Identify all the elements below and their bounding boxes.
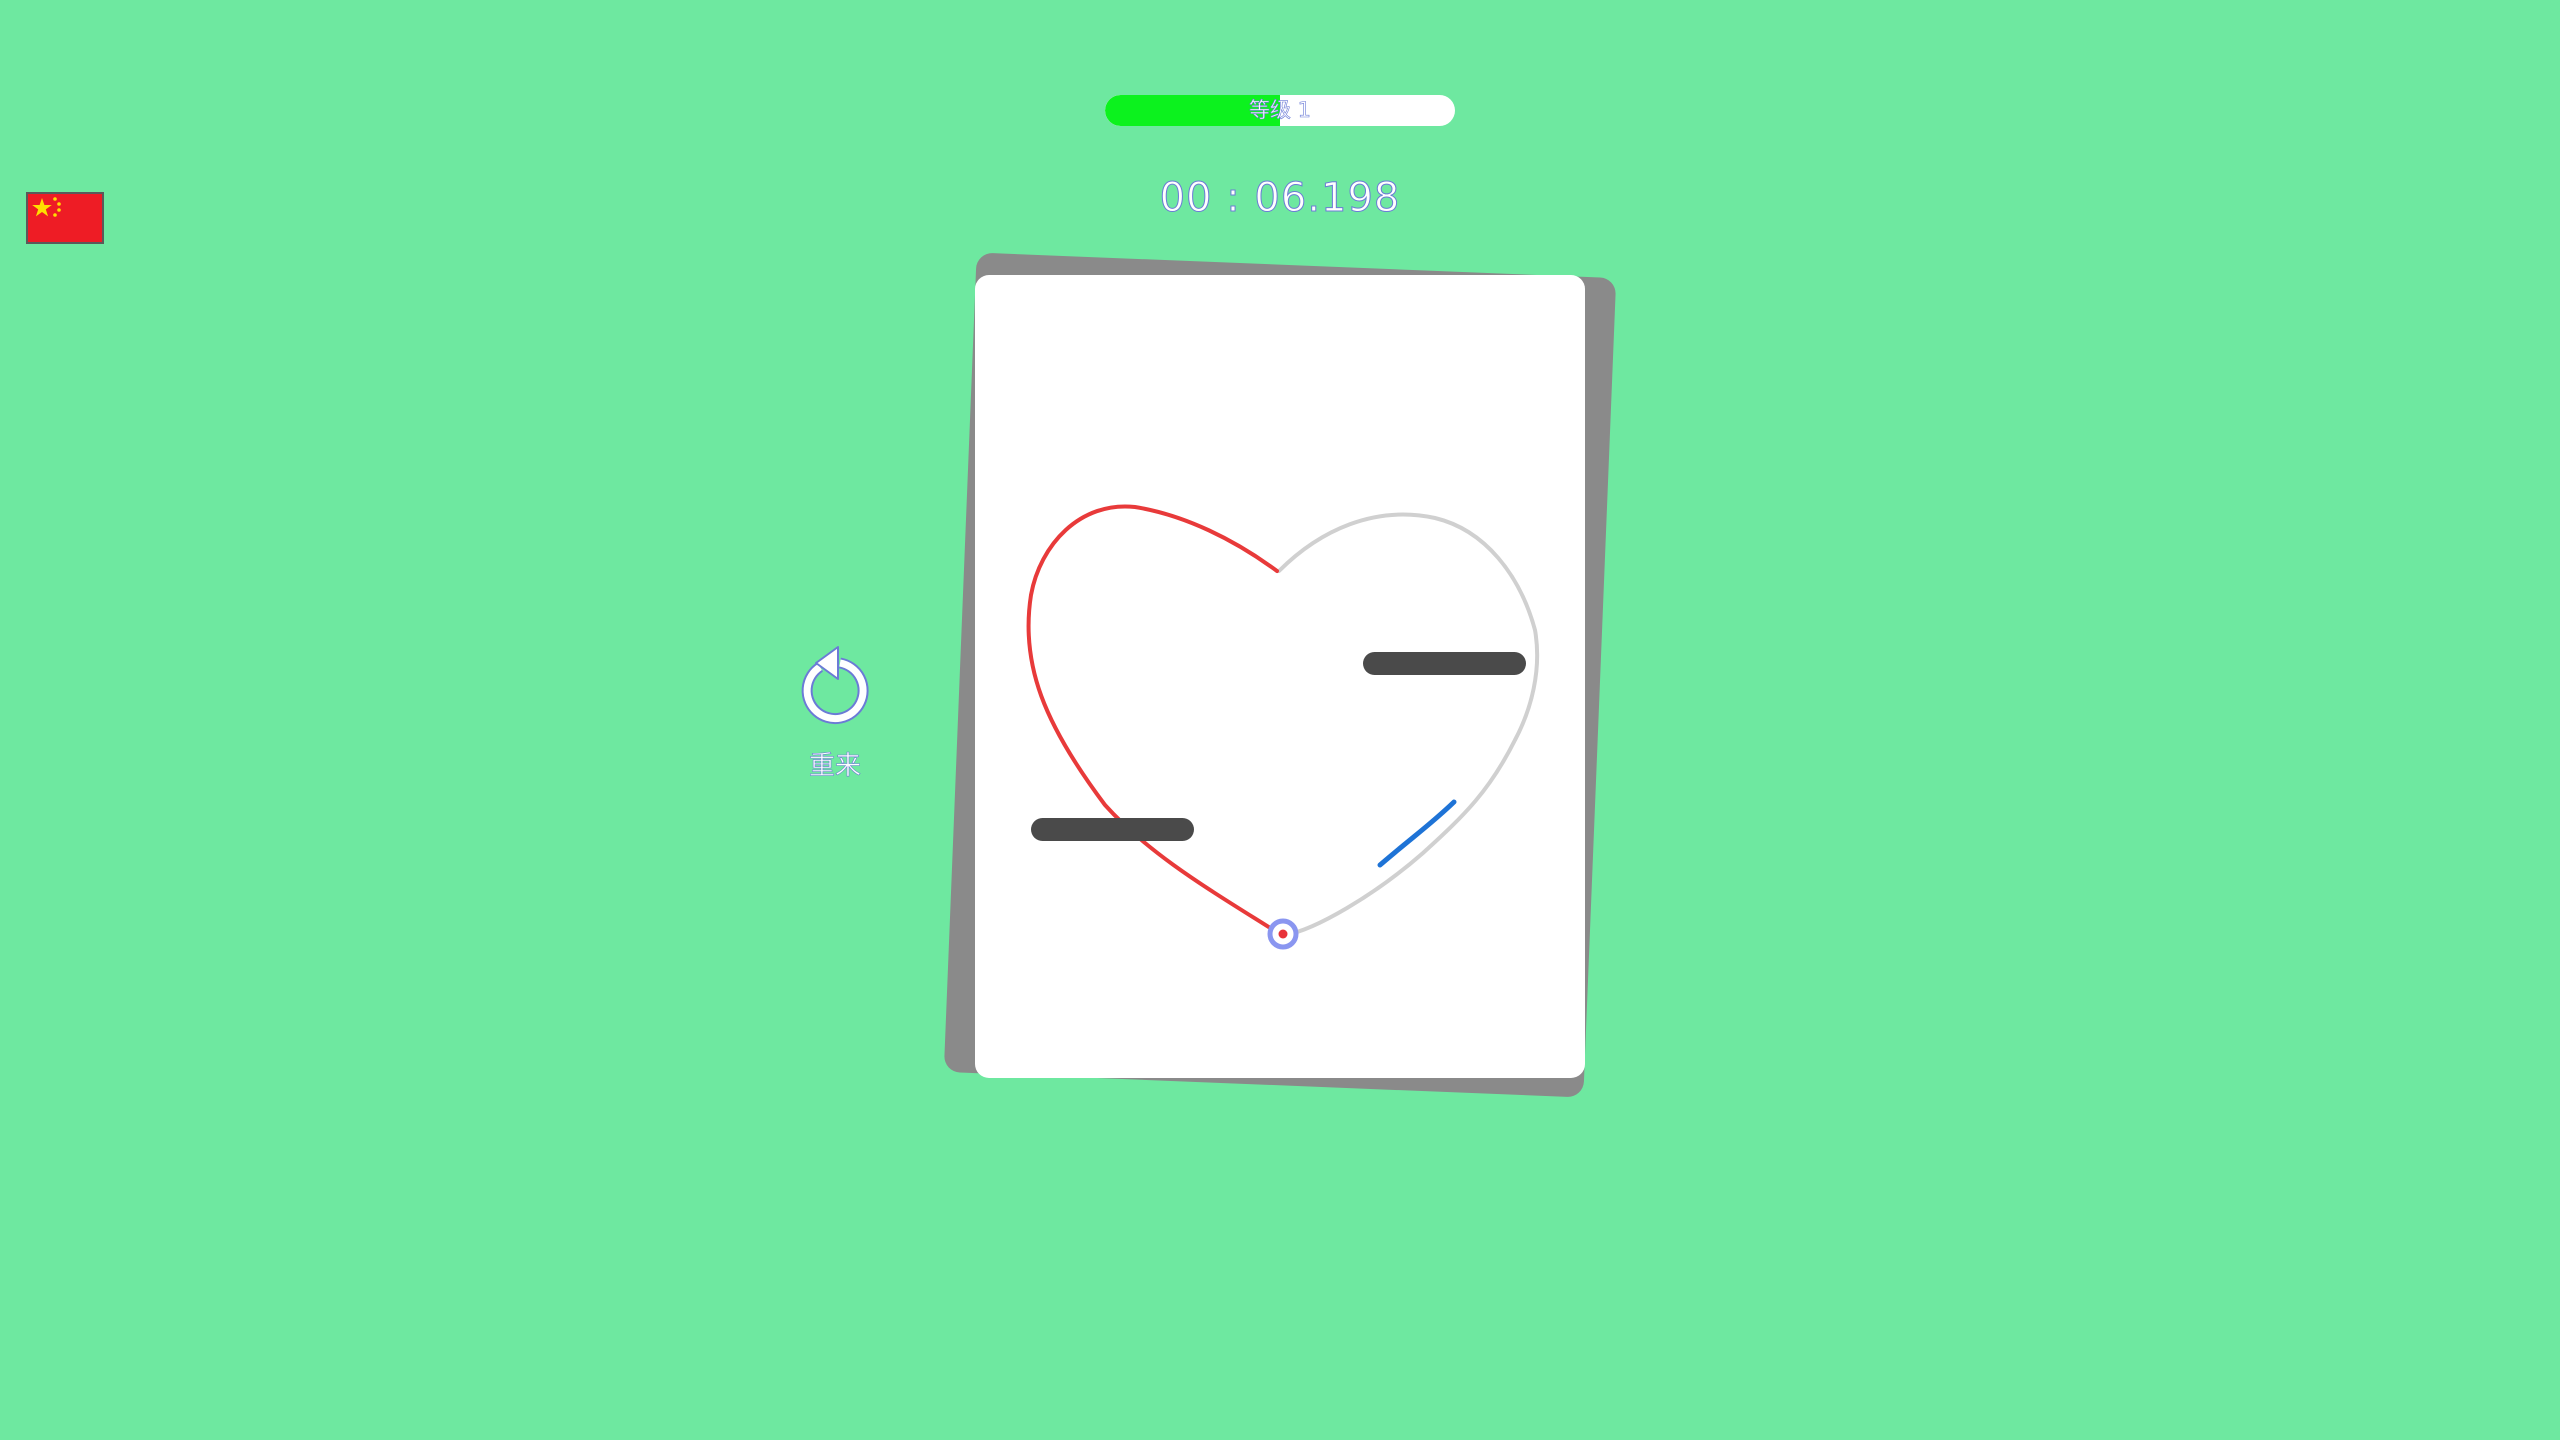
china-flag-icon: [32, 197, 61, 217]
elapsed-timer: 00 : 06.198: [1159, 175, 1401, 222]
obstacle-bar-left: [1031, 818, 1194, 841]
guide-path: [1277, 512, 1540, 937]
restart-icon: [801, 646, 869, 725]
restart-label: 重来: [808, 751, 862, 782]
puzzle-canvas[interactable]: [975, 275, 1585, 1078]
level-progress-bar: 等级 1: [1105, 95, 1455, 126]
pen-cursor[interactable]: [1267, 918, 1299, 950]
obstacle-bar-right: [1363, 652, 1526, 675]
drawing-card[interactable]: [975, 275, 1585, 1078]
level-label: 等级 1: [1248, 98, 1312, 123]
language-flag-button[interactable]: [26, 192, 104, 244]
game-stage: 等级 1 00 : 06.198 重来: [0, 0, 2560, 1440]
restart-button[interactable]: 重来: [790, 645, 880, 785]
drawn-path: [1026, 504, 1279, 933]
